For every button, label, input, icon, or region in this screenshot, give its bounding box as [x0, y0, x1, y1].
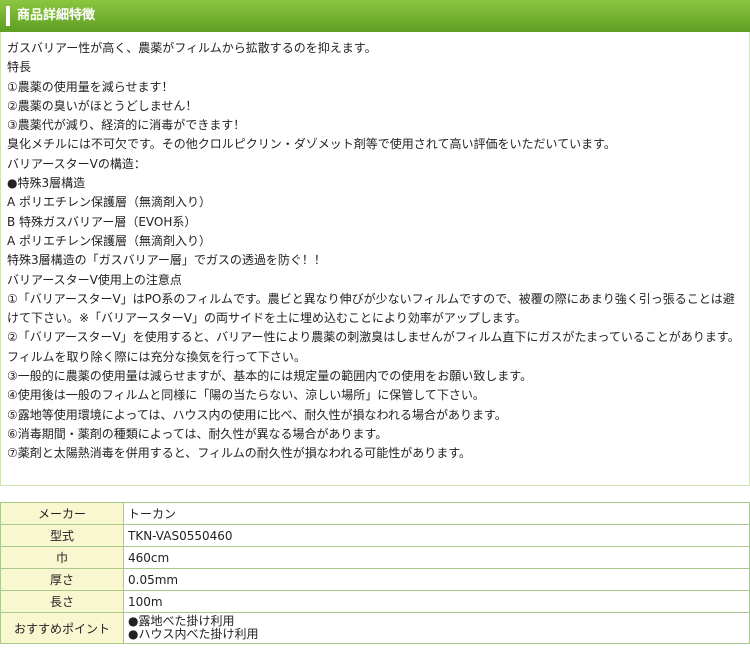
desc-line: ④使用後は一般のフィルムと同様に「陽の当たらない、涼しい場所」に保管して下さい。: [7, 388, 485, 403]
desc-line: バリアースターV使用上の注意点: [7, 272, 182, 287]
desc-line: ⑥消毒期間・薬剤の種類によっては、耐久性が異なる場合があります。: [7, 426, 388, 441]
spec-label: おすすめポイント: [0, 612, 124, 644]
desc-line: ①農薬の使用量を減らせます！: [7, 79, 174, 94]
desc-line: B 特殊ガスバリアー層（EVOH系）: [7, 214, 197, 229]
spec-value: TKN-VAS0550460: [123, 524, 750, 547]
desc-line: ③農薬代が減り、経済的に消毒ができます！: [7, 118, 246, 133]
spec-label: 型式: [0, 524, 124, 547]
desc-line: ⑦薬剤と太陽熱消毒を併用すると、フィルムの耐久性が損なわれる可能性があります。: [7, 446, 472, 461]
desc-line: A ポリエチレン保護層（無滴剤入り）: [7, 233, 212, 248]
section-header: 商品詳細特徴: [0, 0, 750, 32]
spec-table: メーカー トーカン 型式 TKN-VAS0550460 巾 460cm 厚さ 0…: [0, 502, 750, 644]
table-row: 厚さ 0.05mm: [0, 568, 750, 591]
desc-line: 特殊3層構造の「ガスバリアー層」でガスの透過を防ぐ！！: [7, 253, 326, 268]
spec-value: ●露地べた掛け利用 ●ハウス内べた掛け利用: [123, 612, 750, 644]
spec-label: 厚さ: [0, 568, 124, 591]
desc-line: ②「バリアースターV」を使用すると、バリアー性により農薬の刺激臭はしませんがフィ…: [7, 330, 740, 345]
spec-label: メーカー: [0, 502, 124, 525]
table-row: おすすめポイント ●露地べた掛け利用 ●ハウス内べた掛け利用: [0, 612, 750, 644]
table-row: 長さ 100m: [0, 590, 750, 613]
spec-value: トーカン: [123, 502, 750, 525]
spec-value: 460cm: [123, 546, 750, 569]
table-row: 巾 460cm: [0, 546, 750, 569]
desc-line: バリアースターVの構造：: [7, 156, 146, 171]
desc-line: A ポリエチレン保護層（無滴剤入り）: [7, 195, 212, 210]
table-row: 型式 TKN-VAS0550460: [0, 524, 750, 547]
desc-line: ③一般的に農薬の使用量は減らせますが、基本的には規定量の範囲内での使用をお願い致…: [7, 369, 533, 384]
spec-label: 長さ: [0, 590, 124, 613]
desc-line: ガスバリアー性が高く、農薬がフィルムから拡散するのを抑えます。: [7, 41, 377, 55]
recommend-item: ●ハウス内べた掛け利用: [128, 627, 259, 641]
desc-line: ②農薬の臭いがほとうどしません！: [7, 98, 198, 113]
section-title: 商品詳細特徴: [17, 8, 96, 23]
spec-value: 100m: [123, 590, 750, 613]
desc-line: 特長: [7, 60, 32, 75]
spec-label: 巾: [0, 546, 124, 569]
desc-line: ●特殊3層構造: [7, 176, 86, 191]
desc-line: フィルムを取り除く際には充分な換気を行って下さい。: [7, 349, 306, 364]
table-row: メーカー トーカン: [0, 502, 750, 525]
desc-line: 臭化メチルには不可欠です。その他クロルピクリン・ダゾメット剤等で使用されて高い評…: [7, 137, 616, 152]
header-accent-bar: [6, 6, 10, 26]
product-description: ガスバリアー性が高く、農薬がフィルムから拡散するのを抑えます。 特長 ①農薬の使…: [0, 32, 750, 486]
desc-line: ⑤露地等使用環境によっては、ハウス内の使用に比べ、耐久性が損なわれる場合がありま…: [7, 407, 507, 422]
desc-line: ①「バリアースターV」はPO系のフィルムです。農ビと異なり伸びが少ないフィルムで…: [7, 291, 735, 326]
spec-value: 0.05mm: [123, 568, 750, 591]
